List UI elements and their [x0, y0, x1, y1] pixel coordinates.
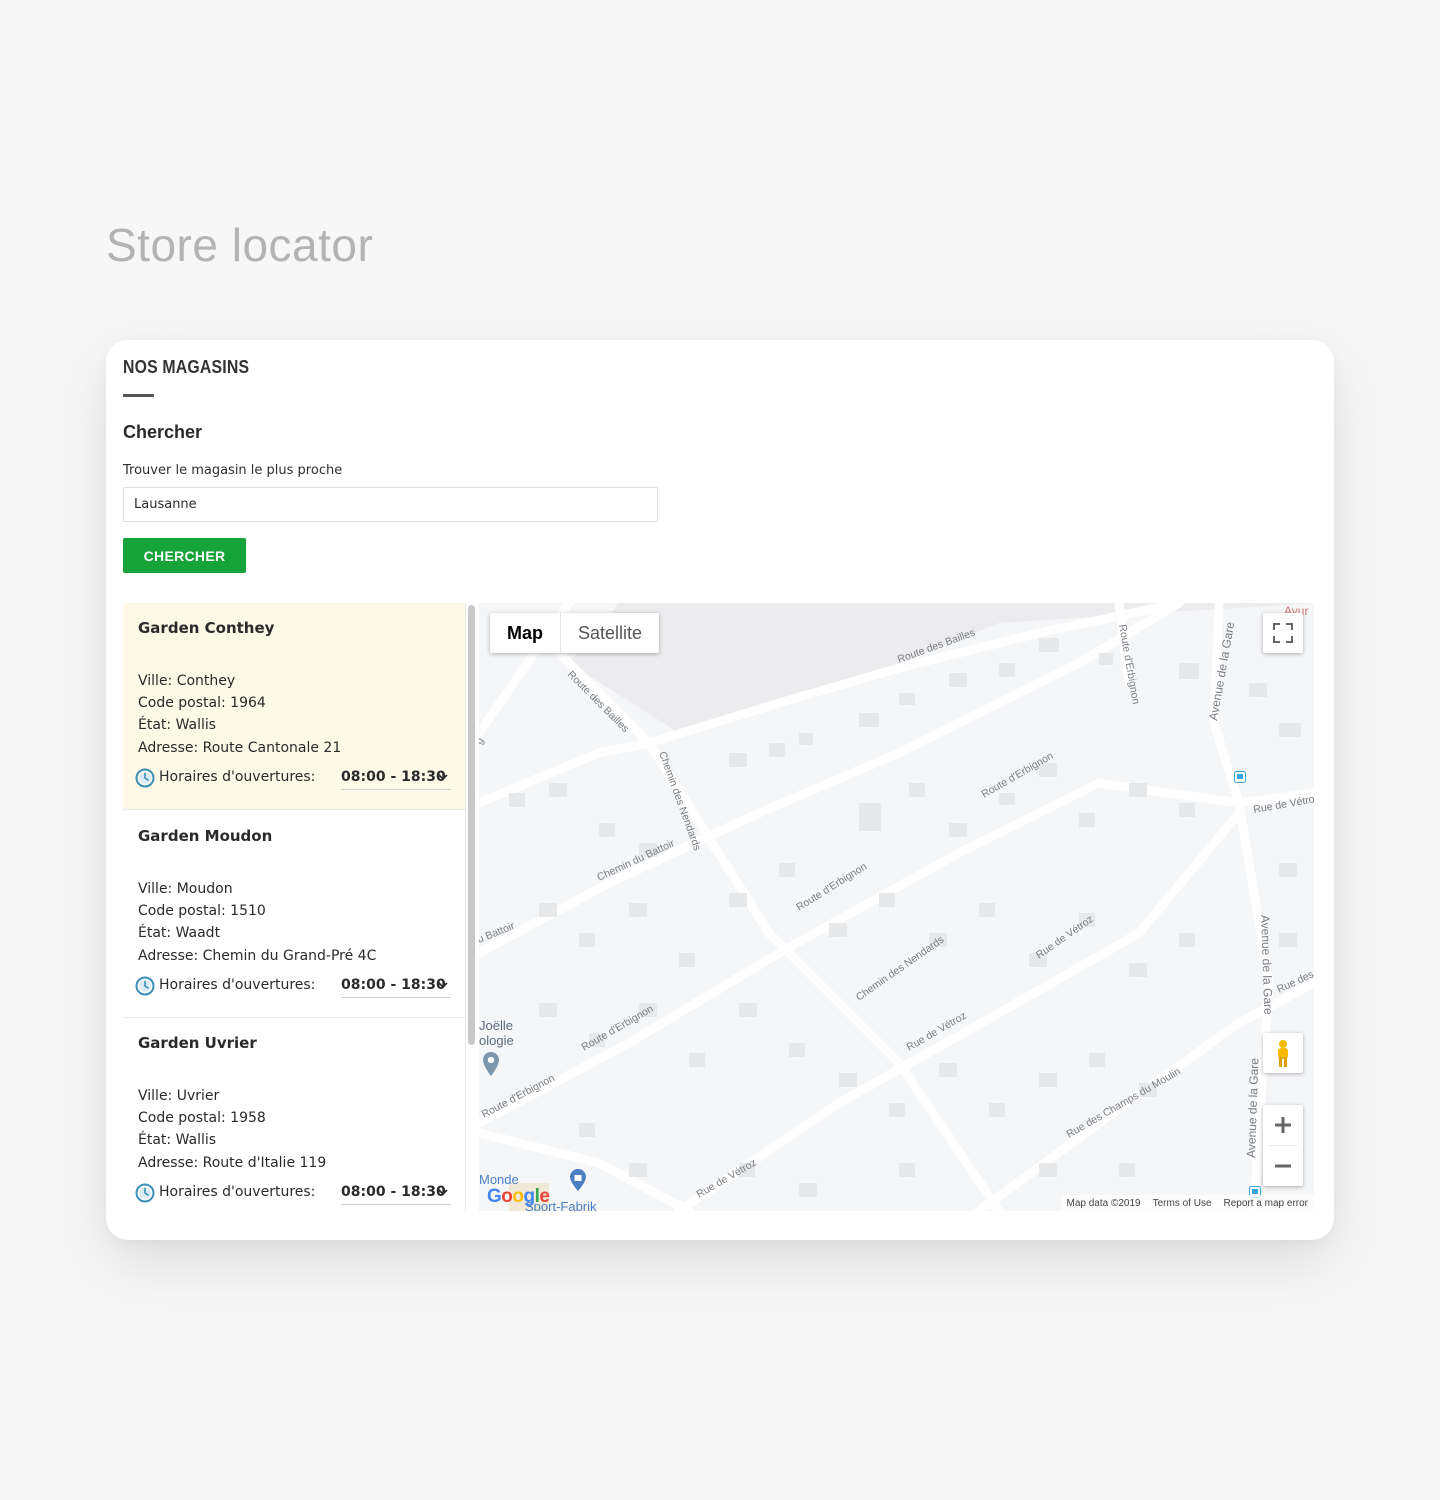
store-city: Ville: Uvrier: [138, 1088, 220, 1104]
opening-hours-label: Horaires d'ouvertures:: [159, 1184, 316, 1200]
street-view-button[interactable]: [1263, 1033, 1303, 1073]
report-map-error-link[interactable]: Report a map error: [1224, 1198, 1308, 1209]
clock-icon: [135, 1183, 155, 1203]
opening-hours-row: Horaires d'ouvertures: 08:00 - 18:30: [135, 974, 453, 1000]
store-city: Ville: Conthey: [138, 673, 236, 689]
page-title: Store locator: [106, 219, 374, 271]
map-pin-icon[interactable]: [482, 1051, 500, 1077]
chevron-down-icon: [438, 982, 448, 989]
store-state: État: Waadt: [138, 925, 221, 941]
clock-icon: [135, 976, 155, 996]
store-name: Garden Uvrier: [138, 1034, 257, 1052]
search-input[interactable]: [123, 487, 658, 522]
search-button[interactable]: CHERCHER: [123, 538, 246, 573]
map-attribution: Map data ©2019 Terms of Use Report a map…: [1060, 1195, 1314, 1211]
store-address: Adresse: Chemin du Grand-Pré 4C: [138, 948, 377, 964]
opening-hours-dropdown[interactable]: 08:00 - 18:30: [341, 766, 451, 790]
zoom-control: [1263, 1105, 1303, 1186]
fullscreen-button[interactable]: [1263, 613, 1303, 653]
store-list-scrollbar[interactable]: [468, 605, 475, 1045]
store-address: Adresse: Route d'Italie 119: [138, 1155, 327, 1171]
pegman-icon: [1278, 1040, 1288, 1067]
store-locator-card: NOS MAGASINS Chercher Trouver le magasin…: [106, 340, 1334, 1240]
store-city: Ville: Moudon: [138, 881, 233, 897]
store-item-garden-moudon[interactable]: Garden Moudon Ville: Moudon Code postal:…: [123, 811, 465, 1018]
store-postal-code: Code postal: 1964: [138, 695, 266, 711]
section-heading: NOS MAGASINS: [123, 357, 250, 377]
zoom-out-icon[interactable]: [1263, 1146, 1303, 1186]
chevron-down-icon: [438, 1189, 448, 1196]
store-state: État: Wallis: [138, 717, 217, 733]
store-postal-code: Code postal: 1958: [138, 1110, 266, 1126]
fullscreen-icon: [1273, 623, 1293, 643]
map-type-control: Map Satellite: [490, 613, 660, 653]
store-name: Garden Moudon: [138, 827, 273, 845]
map-type-map-button[interactable]: Map: [490, 613, 561, 653]
svg-text:Monde: Monde: [479, 1172, 519, 1187]
search-label: Trouver le magasin le plus proche: [123, 463, 343, 478]
opening-hours-row: Horaires d'ouvertures: 08:00 - 18:30: [135, 766, 453, 792]
chevron-down-icon: [438, 774, 448, 781]
opening-hours-dropdown[interactable]: 08:00 - 18:30: [341, 1181, 451, 1205]
bus-stop-icon[interactable]: [1234, 771, 1246, 783]
opening-hours-row: Horaires d'ouvertures: 08:00 - 18:30: [135, 1181, 453, 1207]
store-postal-code: Code postal: 1510: [138, 903, 266, 919]
shopping-bag-icon[interactable]: [569, 1168, 587, 1192]
search-title: Chercher: [123, 422, 203, 442]
opening-hours-dropdown[interactable]: 08:00 - 18:30: [341, 974, 451, 998]
store-state: État: Wallis: [138, 1132, 217, 1148]
opening-hours-label: Horaires d'ouvertures:: [159, 977, 316, 993]
opening-hours-value: 08:00 - 18:30: [341, 977, 446, 993]
store-list[interactable]: Garden Conthey Ville: Conthey Code posta…: [123, 603, 466, 1211]
terms-of-use-link[interactable]: Terms of Use: [1153, 1198, 1212, 1209]
opening-hours-value: 08:00 - 18:30: [341, 769, 446, 785]
store-item-garden-uvrier[interactable]: Garden Uvrier Ville: Uvrier Code postal:…: [123, 1018, 465, 1211]
zoom-in-icon[interactable]: [1263, 1105, 1303, 1145]
svg-text:Joëlle: Joëlle: [479, 1018, 513, 1033]
opening-hours-value: 08:00 - 18:30: [341, 1184, 446, 1200]
map-canvas[interactable]: Route des Bailles Route des Bailles Rout…: [479, 603, 1314, 1211]
svg-text:ologie: ologie: [479, 1033, 514, 1048]
map-data-credit: Map data ©2019: [1066, 1197, 1141, 1209]
store-name: Garden Conthey: [138, 619, 275, 637]
store-address: Adresse: Route Cantonale 21: [138, 740, 342, 756]
heading-underline: [123, 394, 154, 397]
map[interactable]: Route des Bailles Route des Bailles Rout…: [479, 603, 1314, 1211]
clock-icon: [135, 768, 155, 788]
google-logo: Google: [487, 1186, 550, 1207]
map-type-satellite-button[interactable]: Satellite: [561, 613, 659, 653]
store-item-garden-conthey[interactable]: Garden Conthey Ville: Conthey Code posta…: [123, 603, 465, 810]
opening-hours-label: Horaires d'ouvertures:: [159, 769, 316, 785]
